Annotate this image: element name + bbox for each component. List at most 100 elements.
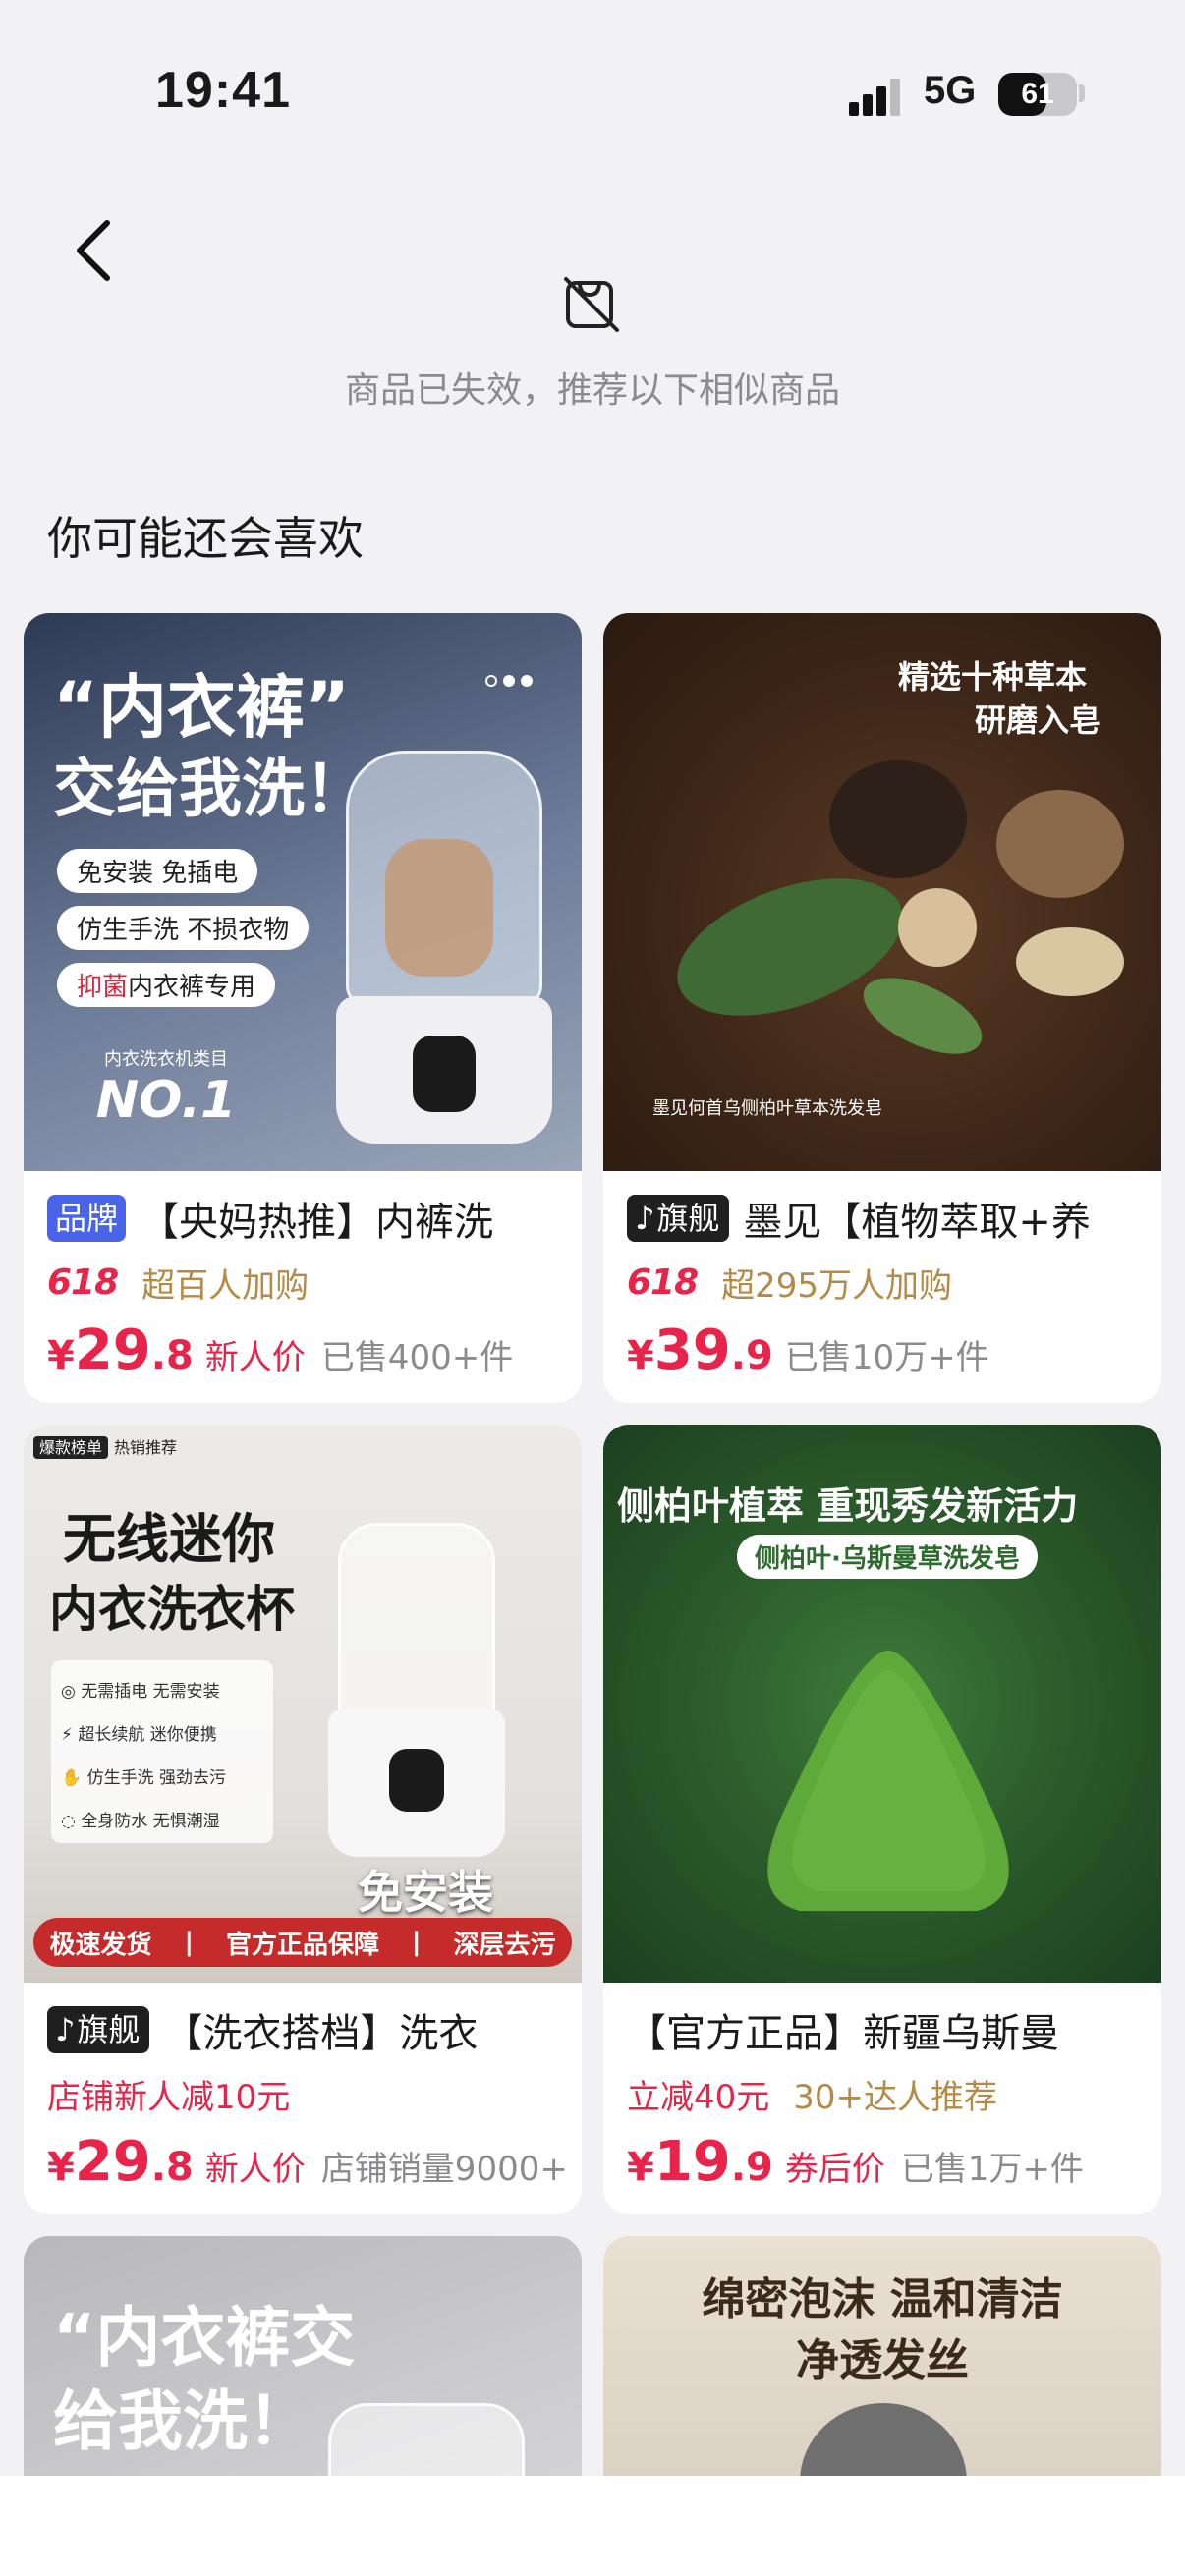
image-headline: 净透发丝	[796, 2335, 969, 2385]
product-title-text: 【央妈热推】内裤洗	[140, 1200, 494, 1245]
product-card[interactable]: 爆款榜单 热销推荐 无线迷你 内衣洗衣杯 ◎ 无需插电 无需安装 ⚡ 超长续航 迷…	[24, 1425, 582, 2214]
promo-text: 超百人加购	[141, 1265, 310, 1306]
image-feature-bar: 极速发货 | 官方正品保障 | 深层去污	[33, 1918, 572, 1967]
promo-text: 立减40元	[627, 2077, 770, 2117]
herb-illustration	[898, 888, 977, 967]
bottom-area	[0, 2476, 1185, 2576]
price-integer: 29	[74, 2130, 151, 2194]
music-note-icon: ♪	[55, 2011, 76, 2048]
award-label: 内衣洗衣机类目	[104, 1049, 228, 1070]
product-card[interactable]: 精选十种草本 研磨入皂 墨见何首乌侧柏叶草本洗发皂 ♪ 旗舰 墨见【植物萃取+养 …	[603, 613, 1161, 1403]
brand-badge: 品牌	[47, 1195, 127, 1242]
618-tag: 618	[47, 1261, 119, 1303]
image-caption: 研磨入皂	[975, 701, 1101, 739]
product-title-text: 【洗衣搭档】洗衣	[163, 2011, 479, 2056]
promo-text: 超295万人加购	[721, 1265, 953, 1306]
image-headline: 交给我洗！	[53, 754, 367, 826]
image-caption: 精选十种草本	[898, 658, 1088, 696]
image-pill: 免安装 免插电	[57, 849, 258, 893]
promo-row: 618 超295万人加购	[627, 1258, 952, 1307]
image-headline: 绵密泡沫 温和清洁	[702, 2274, 1063, 2324]
sold-count: 已售400+件	[320, 1338, 514, 1377]
herb-illustration	[996, 790, 1124, 898]
price-row: ¥ 19 .9 券后价 已售1万+件	[627, 2130, 1084, 2199]
sold-count: 店铺销量9000+	[320, 2150, 568, 2189]
feature-item: ◎ 无需插电 无需安装	[61, 1682, 220, 1702]
feature-item: ✋ 仿生手洗 强劲去污	[61, 1768, 226, 1788]
price-note: 新人价	[204, 1338, 306, 1377]
image-big-text: 免安装	[358, 1866, 493, 1919]
status-time: 19:41	[155, 62, 291, 119]
back-button[interactable]	[59, 211, 128, 290]
battery-tip	[1079, 84, 1085, 102]
herb-illustration	[1016, 927, 1124, 996]
flagship-badge: ♪ 旗舰	[627, 1195, 730, 1242]
product-image: 爆款榜单 热销推荐 无线迷你 内衣洗衣杯 ◎ 无需插电 无需安装 ⚡ 超长续航 迷…	[24, 1425, 582, 1983]
image-footer: 墨见何首乌侧柏叶草本洗发皂	[652, 1098, 882, 1119]
product-image: 精选十种草本 研磨入皂 墨见何首乌侧柏叶草本洗发皂	[603, 613, 1161, 1171]
sold-count: 已售1万+件	[900, 2150, 1084, 2189]
chevron-left-icon	[77, 220, 110, 281]
invalid-notice-text: 商品已失效，推荐以下相似商品	[344, 370, 840, 411]
battery-icon: 61	[998, 73, 1077, 116]
price-decimal: .9	[730, 2145, 773, 2190]
status-bar: 19:41 5G 61	[0, 0, 1185, 187]
price-integer: 39	[653, 1318, 731, 1382]
image-headline: 无线迷你	[63, 1508, 275, 1570]
product-image: 侧柏叶植萃 重现秀发新活力 侧柏叶·乌斯曼草洗发皂	[603, 1425, 1161, 1983]
618-tag: 618	[627, 1261, 699, 1303]
music-note-icon: ♪	[635, 1200, 655, 1237]
product-title: 品牌 【央妈热推】内裤洗	[47, 1191, 568, 1246]
network-type: 5G	[924, 69, 977, 112]
promo-row: 店铺新人减10元	[47, 2069, 313, 2118]
image-headline: “内衣裤交	[53, 2300, 356, 2376]
product-title: ♪ 旗舰 【洗衣搭档】洗衣	[47, 2002, 568, 2057]
price-note: 券后价	[784, 2150, 885, 2189]
signal-icon	[849, 77, 908, 116]
price-row: ¥ 29 .8 新人价 店铺销量9000+	[47, 2130, 568, 2199]
product-washer-illustration	[336, 731, 552, 1144]
feature-list: ◎ 无需插电 无需安装 ⚡ 超长续航 迷你便携 ✋ 仿生手洗 强劲去污 ◌ 全身…	[51, 1660, 273, 1843]
price-integer: 19	[653, 2130, 731, 2194]
promo-row: 618 超百人加购	[47, 1258, 309, 1307]
product-title: 【官方正品】新疆乌斯曼	[627, 2002, 1148, 2057]
image-pill: 仿生手洗 不损衣物	[57, 906, 310, 950]
herb-illustration	[829, 760, 967, 878]
flagship-badge: ♪ 旗舰	[47, 2006, 150, 2053]
image-pill: 抑菌内衣裤专用	[57, 963, 276, 1007]
section-title: 你可能还会喜欢	[47, 512, 364, 565]
promo-text: 店铺新人减10元	[47, 2077, 291, 2117]
feature-item: ⚡ 超长续航 迷你便携	[61, 1725, 217, 1745]
product-card[interactable]: 侧柏叶植萃 重现秀发新活力 侧柏叶·乌斯曼草洗发皂 【官方正品】新疆乌斯曼 立减…	[603, 1425, 1161, 2214]
image-headline: 内衣洗衣杯	[49, 1581, 295, 1638]
price-decimal: .9	[730, 1333, 773, 1378]
invalid-product-icon	[564, 277, 619, 332]
image-headline: “内衣裤”	[53, 667, 351, 748]
promo-text-secondary: 30+达人推荐	[793, 2077, 998, 2117]
product-title: ♪ 旗舰 墨见【植物萃取+养	[627, 1191, 1148, 1246]
product-image: “内衣裤” 交给我洗！ 免安装 免插电 仿生手洗 不损衣物 抑菌内衣裤专用 内衣…	[24, 613, 582, 1171]
price-decimal: .8	[150, 2145, 194, 2190]
product-title-text: 墨见【植物萃取+养	[743, 1200, 1091, 1245]
feature-item: ◌ 全身防水 无惧潮湿	[61, 1812, 220, 1831]
price-decimal: .8	[150, 1333, 194, 1378]
product-washer-illustration	[318, 1503, 515, 1876]
currency-symbol: ¥	[627, 2145, 654, 2190]
price-row: ¥ 29 .8 新人价 已售400+件	[47, 1318, 513, 1387]
price-row: ¥ 39 .9 已售10万+件	[627, 1318, 989, 1387]
promo-row: 立减40元 30+达人推荐	[627, 2069, 997, 2118]
award-badge: NO.1	[95, 1071, 237, 1130]
currency-symbol: ¥	[47, 2145, 75, 2190]
sold-count: 已售10万+件	[784, 1338, 989, 1377]
dots-icon	[485, 672, 533, 691]
soap-illustration	[767, 1651, 1009, 1911]
currency-symbol: ¥	[627, 1333, 654, 1378]
image-pill: 侧柏叶·乌斯曼草洗发皂	[737, 1535, 1038, 1579]
image-headline: 侧柏叶植萃 重现秀发新活力	[617, 1484, 1079, 1528]
price-integer: 29	[74, 1318, 151, 1382]
product-card[interactable]: “内衣裤” 交给我洗！ 免安装 免插电 仿生手洗 不损衣物 抑菌内衣裤专用 内衣…	[24, 613, 582, 1403]
corner-label: 爆款榜单 热销推荐	[33, 1434, 177, 1459]
image-headline: 给我洗！	[53, 2383, 312, 2459]
currency-symbol: ¥	[47, 1333, 75, 1378]
product-title-text: 【官方正品】新疆乌斯曼	[627, 2011, 1059, 2056]
